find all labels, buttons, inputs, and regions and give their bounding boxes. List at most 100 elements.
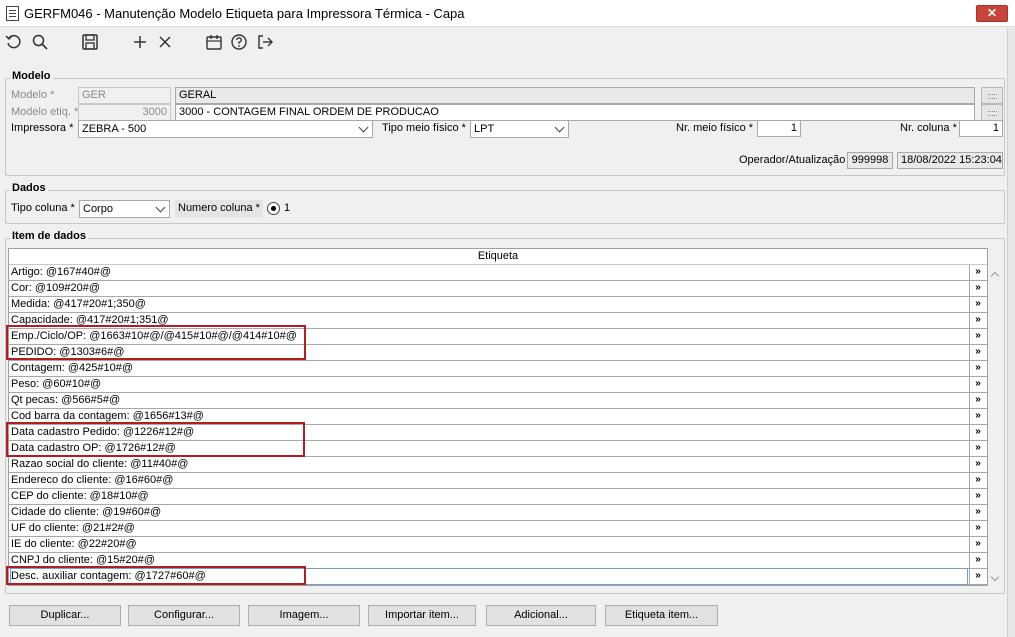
etiqueta-cell[interactable]: Capacidade: @417#20#1;351@ <box>11 313 967 328</box>
etiqueta-cell[interactable]: Artigo: @167#40#@ <box>11 265 967 280</box>
refresh-icon[interactable] <box>4 32 24 52</box>
table-row[interactable]: Data cadastro OP: @1726#12#@» <box>9 441 987 457</box>
table-row[interactable]: Contagem: @425#10#@» <box>9 361 987 377</box>
row-detail-button[interactable]: » <box>969 569 986 584</box>
table-row[interactable]: Razao social do cliente: @11#40#@» <box>9 457 987 473</box>
row-detail-button[interactable]: » <box>969 489 986 504</box>
modelo-group-title: Modelo <box>10 70 53 82</box>
etiqueta-cell[interactable]: Emp./Ciclo/OP: @1663#10#@/@415#10#@/@414… <box>11 329 967 344</box>
row-detail-button[interactable]: » <box>969 441 986 456</box>
modelo-lookup-button[interactable] <box>981 87 1003 104</box>
table-row[interactable]: Data cadastro Pedido: @1226#12#@» <box>9 425 987 441</box>
row-detail-button[interactable]: » <box>969 425 986 440</box>
nr-coluna-field[interactable]: 1 <box>959 120 1003 137</box>
etiqueta-cell[interactable]: Razao social do cliente: @11#40#@ <box>11 457 967 472</box>
etiqueta-cell[interactable]: Peso: @60#10#@ <box>11 377 967 392</box>
table-row[interactable]: CNPJ do cliente: @15#20#@» <box>9 553 987 569</box>
row-detail-button[interactable]: » <box>969 281 986 296</box>
row-detail-button[interactable]: » <box>969 553 986 568</box>
configurar-button[interactable]: Configurar... <box>128 605 240 626</box>
etiqueta-cell[interactable]: Cidade do cliente: @19#60#@ <box>11 505 967 520</box>
etiqueta-cell[interactable]: Qt pecas: @566#5#@ <box>11 393 967 408</box>
row-detail-button[interactable]: » <box>969 329 986 344</box>
etiqueta-cell[interactable]: UF do cliente: @21#2#@ <box>11 521 967 536</box>
numero-coluna-label: Numero coluna * <box>175 200 263 217</box>
tipo-coluna-select[interactable]: Corpo <box>79 200 170 218</box>
etiqueta-cell[interactable]: Endereco do cliente: @16#60#@ <box>11 473 967 488</box>
duplicar-button[interactable]: Duplicar... <box>9 605 121 626</box>
row-detail-button[interactable]: » <box>969 457 986 472</box>
nr-coluna-label: Nr. coluna * <box>900 122 957 134</box>
table-row[interactable]: Medida: @417#20#1;350@» <box>9 297 987 313</box>
etiqueta-cell[interactable]: Cod barra da contagem: @1656#13#@ <box>11 409 967 424</box>
etiqueta-cell[interactable]: Contagem: @425#10#@ <box>11 361 967 376</box>
operador-label: Operador/Atualização <box>739 154 846 166</box>
impressora-label: Impressora * <box>11 122 74 134</box>
table-row[interactable]: PEDIDO: @1303#6#@» <box>9 345 987 361</box>
table-row[interactable]: Cidade do cliente: @19#60#@» <box>9 505 987 521</box>
table-row[interactable]: Cor: @109#20#@» <box>9 281 987 297</box>
row-detail-button[interactable]: » <box>969 409 986 424</box>
item-dados-table: Etiqueta Artigo: @167#40#@» Cor: @109#20#… <box>8 248 988 586</box>
importar-item-button[interactable]: Importar item... <box>368 605 476 626</box>
window-title: GERFM046 - Manutenção Modelo Etiqueta pa… <box>24 6 465 21</box>
table-row[interactable]: Cod barra da contagem: @1656#13#@» <box>9 409 987 425</box>
row-detail-button[interactable]: » <box>969 537 986 552</box>
row-detail-button[interactable]: » <box>969 361 986 376</box>
table-row[interactable]: Artigo: @167#40#@» <box>9 265 987 281</box>
imagem-button[interactable]: Imagem... <box>248 605 360 626</box>
etiqueta-cell[interactable]: Medida: @417#20#1;350@ <box>11 297 967 312</box>
calendar-icon[interactable] <box>204 32 224 52</box>
table-row[interactable]: Desc. auxiliar contagem: @1727#60#@» <box>9 568 987 585</box>
modelo-field[interactable]: GER <box>78 87 171 104</box>
numero-coluna-radio[interactable] <box>267 202 280 215</box>
modelo-etiq-label: Modelo etiq. * <box>11 106 79 118</box>
etiqueta-cell[interactable]: Cor: @109#20#@ <box>11 281 967 296</box>
modelo-description: GERAL <box>175 87 975 104</box>
help-icon[interactable] <box>229 32 249 52</box>
modelo-etiq-field[interactable]: 3000 <box>78 104 171 121</box>
scroll-up-icon[interactable] <box>990 270 999 279</box>
etiqueta-cell[interactable]: IE do cliente: @22#20#@ <box>11 537 967 552</box>
window-scrollbar[interactable] <box>1007 28 1015 637</box>
row-detail-button[interactable]: » <box>969 345 986 360</box>
impressora-select[interactable]: ZEBRA - 500 <box>78 120 373 138</box>
table-row[interactable]: Capacidade: @417#20#1;351@» <box>9 313 987 329</box>
etiqueta-cell[interactable]: CEP do cliente: @18#10#@ <box>11 489 967 504</box>
row-detail-button[interactable]: » <box>969 393 986 408</box>
row-detail-button[interactable]: » <box>969 521 986 536</box>
tipo-coluna-label: Tipo coluna * <box>11 202 75 214</box>
etiqueta-cell[interactable]: Data cadastro Pedido: @1226#12#@ <box>11 425 967 440</box>
etiqueta-cell[interactable]: PEDIDO: @1303#6#@ <box>11 345 967 360</box>
table-row[interactable]: Emp./Ciclo/OP: @1663#10#@/@415#10#@/@414… <box>9 329 987 345</box>
etiqueta-cell[interactable]: CNPJ do cliente: @15#20#@ <box>11 553 967 568</box>
row-detail-button[interactable]: » <box>969 473 986 488</box>
etiqueta-item-button[interactable]: Etiqueta item... <box>605 605 718 626</box>
save-icon[interactable] <box>80 32 100 52</box>
search-icon[interactable] <box>30 32 50 52</box>
row-detail-button[interactable]: » <box>969 313 986 328</box>
numero-coluna-option: 1 <box>284 202 291 214</box>
delete-icon[interactable] <box>155 32 175 52</box>
add-icon[interactable] <box>130 32 150 52</box>
exit-icon[interactable] <box>255 32 275 52</box>
table-row[interactable]: Endereco do cliente: @16#60#@» <box>9 473 987 489</box>
table-row[interactable]: IE do cliente: @22#20#@» <box>9 537 987 553</box>
row-detail-button[interactable]: » <box>969 377 986 392</box>
row-detail-button[interactable]: » <box>969 265 986 280</box>
close-button[interactable]: ✕ <box>976 5 1008 22</box>
row-detail-button[interactable]: » <box>969 505 986 520</box>
row-detail-button[interactable]: » <box>969 297 986 312</box>
table-row[interactable]: CEP do cliente: @18#10#@» <box>9 489 987 505</box>
etiqueta-cell[interactable]: Desc. auxiliar contagem: @1727#60#@ <box>10 568 968 585</box>
table-scrollbar[interactable] <box>988 264 1002 586</box>
table-row[interactable]: Peso: @60#10#@» <box>9 377 987 393</box>
etiqueta-cell[interactable]: Data cadastro OP: @1726#12#@ <box>11 441 967 456</box>
scroll-down-icon[interactable] <box>990 574 999 583</box>
nr-meio-field[interactable]: 1 <box>757 120 801 137</box>
adicional-button[interactable]: Adicional... <box>486 605 596 626</box>
table-row[interactable]: UF do cliente: @21#2#@» <box>9 521 987 537</box>
tipo-meio-select[interactable]: LPT <box>470 120 569 138</box>
modelo-etiq-lookup-button[interactable] <box>981 104 1003 121</box>
table-row[interactable]: Qt pecas: @566#5#@» <box>9 393 987 409</box>
